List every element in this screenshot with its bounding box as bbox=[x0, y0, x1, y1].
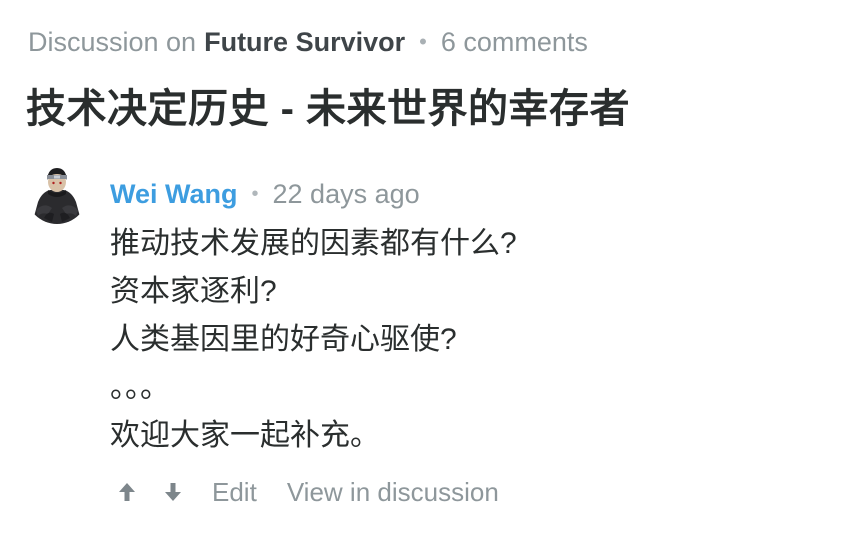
comment-author[interactable]: Wei Wang bbox=[110, 179, 238, 210]
downvote-button[interactable] bbox=[162, 479, 184, 505]
discussion-prefix: Discussion on bbox=[28, 26, 197, 57]
thread-link[interactable]: Future Survivor bbox=[204, 27, 405, 58]
comment-line: 欢迎大家一起补充。 bbox=[110, 419, 380, 452]
discussion-header: Discussion on Future Survivor • 6 commen… bbox=[28, 24, 588, 60]
ninja-avatar-icon bbox=[26, 162, 88, 224]
comment-line: 人类基因里的好奇心驱使? bbox=[110, 323, 457, 356]
view-in-discussion-link[interactable]: View in discussion bbox=[287, 477, 499, 508]
arrow-down-icon bbox=[165, 483, 181, 501]
comment-line: 推动技术发展的因素都有什么? bbox=[110, 227, 517, 260]
comment-line: 。。。 bbox=[110, 371, 170, 404]
meta-separator: • bbox=[251, 182, 259, 205]
comment-actions: Edit View in discussion bbox=[116, 474, 529, 510]
header-separator: • bbox=[419, 29, 427, 54]
upvote-button[interactable] bbox=[116, 479, 138, 505]
comment-count-link[interactable]: 6 comments bbox=[441, 27, 588, 58]
comment-body: 推动技术发展的因素都有什么? 资本家逐利? 人类基因里的好奇心驱使? 。。。 欢… bbox=[110, 220, 517, 460]
avatar[interactable] bbox=[26, 162, 88, 224]
comment-timestamp[interactable]: 22 days ago bbox=[273, 179, 420, 210]
edit-link[interactable]: Edit bbox=[212, 477, 257, 508]
comment-meta: Wei Wang • 22 days ago bbox=[110, 176, 420, 212]
comment-line: 资本家逐利? bbox=[110, 275, 277, 308]
page-title[interactable]: 技术决定历史 - 未来世界的幸存者 bbox=[26, 76, 630, 134]
arrow-up-icon bbox=[119, 483, 135, 501]
